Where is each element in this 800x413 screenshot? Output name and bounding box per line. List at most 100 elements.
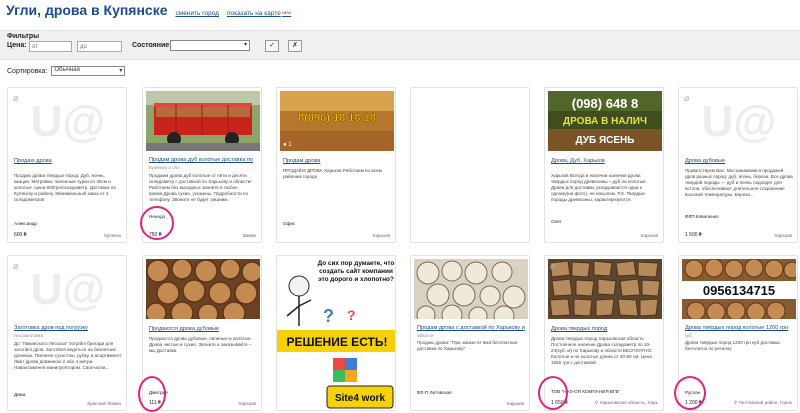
listing-seller: ТОВ "НАЛ-ОП КОМПАНИЯ ВГБ" [551, 389, 621, 394]
listing-title[interactable]: Дрова твердых пород [551, 326, 659, 333]
placeholder-logo-icon: U@ [31, 97, 106, 146]
listing-seller: ФЛ-П Литовская [417, 390, 452, 395]
listing-card[interactable] [410, 87, 530, 243]
firewood-photo: 8(096) 18 18 18 [280, 91, 394, 151]
listing-subtitle: области [417, 333, 434, 338]
logs-photo [146, 259, 260, 319]
placeholder-logo-icon: U@ [31, 265, 106, 314]
placeholder-logo-text: U@ [31, 265, 106, 314]
page-title: Угли, дрова в Купянске [6, 2, 168, 18]
listing-card[interactable]: U@ ⌀ Заготовка дров под погрузку лесозаг… [7, 255, 127, 411]
listing-description: Продаются дрова дубовые, пиленые и колот… [149, 336, 252, 353]
listing-title[interactable]: Продаю дрова [14, 158, 122, 165]
page-header: Угли, дрова в Купянске сменить город пок… [6, 2, 291, 22]
paperclip-icon: ⌀ [13, 93, 19, 103]
listing-image [146, 91, 260, 151]
listing-subtitle: лесозаготовка [14, 333, 44, 338]
ad-headline: До сих пор думаете, что создать сайт ком… [317, 260, 395, 283]
listing-seller: Александр [14, 221, 37, 226]
listing-title[interactable]: Дрова твёрдых пород колотые 1200 грн [685, 325, 793, 332]
placeholder-logo-text: U@ [702, 97, 777, 146]
listing-seller: Ненадо [149, 214, 166, 219]
listing-card[interactable]: U@ ⌀ Продаю дрова Продаю дрова твердых п… [7, 87, 127, 243]
listing-card[interactable]: Продаются дрова дубовые Продаются дрова … [142, 255, 262, 411]
listing-location-text: Полтавский район, Горох [738, 400, 792, 405]
site4work-ad: До сих пор думаете, что создать сайт ком… [277, 256, 395, 410]
state-label: Состояние: [132, 42, 172, 49]
sort-label: Сортировка: [7, 67, 48, 75]
listing-image [146, 259, 260, 319]
filters-title: Фильтры [7, 33, 40, 40]
listing-description: Продаем дрова дуб колотые от пяти и деся… [149, 173, 252, 202]
listing-description: Продаю дрова: "При заказе от 5м3 бесплат… [417, 340, 518, 351]
paperclip-icon: ⌀ [550, 261, 556, 271]
show-map-label: показать на карте [226, 10, 281, 17]
listing-title[interactable]: Дрова дубовые [685, 158, 793, 165]
state-select[interactable]: ▾ [170, 40, 250, 51]
listing-seller: Дима [14, 392, 26, 397]
image-phone-text: 0956134715 [703, 283, 775, 298]
listing-title[interactable]: Заготовка дров под погрузку [14, 325, 122, 332]
listing-image [548, 259, 662, 319]
listing-description: До "Лиманского Лесхоза" потрібні бригади… [14, 341, 122, 370]
listing-card[interactable]: 0956134715 Дрова твёрдых пород колотые 1… [678, 255, 798, 411]
camera-icon: ● 1 [283, 142, 292, 148]
change-city-link[interactable]: сменить город [176, 10, 219, 17]
sort-select-value: Обычная [54, 67, 80, 73]
listing-subtitle: Купянску и обл [149, 165, 180, 170]
price-label: Цена: [7, 42, 27, 49]
listing-card[interactable]: (098) 648 8 ДРОВА В НАЛИЧ ДУБ ЯСЕНЬ Дров… [544, 87, 664, 243]
listing-card[interactable]: Продам дрова дуб колотые доставка по Куп… [142, 87, 262, 243]
advertisement-card[interactable]: До сих пор думаете, что создать сайт ком… [276, 255, 396, 411]
listing-title[interactable]: Продаются дрова дубовые [149, 326, 257, 333]
listing-price: 111 ₴ [149, 400, 161, 406]
listing-description: Дрова твёрдых пород 1200 грн куб доставк… [685, 340, 780, 351]
listing-price: 1 200 ₴ [685, 400, 702, 406]
price-from-input[interactable] [29, 41, 72, 52]
listing-card[interactable]: Продам дрова с доставкой по Харькову и о… [410, 255, 530, 411]
listing-image-placeholder: U@ [11, 91, 125, 151]
listing-location: Харьков [372, 233, 390, 238]
listing-description: Харьков Всегда в наличии наличии дрова т… [551, 173, 647, 202]
listing-location: Харьков [640, 233, 658, 238]
listing-location-text: Харьковская область, Харь [599, 400, 658, 405]
sort-row: Сортировка: Обычная ▾ [7, 66, 126, 76]
listing-card[interactable]: 8(096) 18 18 18 ● 1 Продам дрова ПРОДАЁМ… [276, 87, 396, 243]
listing-image: (098) 648 8 ДРОВА В НАЛИЧ ДУБ ЯСЕНЬ [548, 91, 662, 151]
show-map-link[interactable]: показать на картеNEW [227, 10, 291, 17]
listing-seller: Офис [283, 221, 296, 226]
placeholder-logo-icon: U@ [702, 97, 777, 146]
listing-card[interactable]: U@ ⌀ Дрова дубовые Приветствуем Вас. Мы … [678, 87, 798, 243]
listing-description: ПРОДАЁМ ДРОВА Харьков Работаем по всем р… [283, 168, 382, 179]
price-to-input[interactable] [77, 41, 122, 52]
listing-image: 8(096) 18 18 18 [280, 91, 394, 151]
listing-description: Приветствуем Вас. Мы занимаемся продажей… [685, 168, 793, 197]
listing-card[interactable]: ⌀ Дрова твердых пород Дрова твердых поро… [544, 255, 664, 411]
listing-location: Харьков [238, 401, 256, 406]
chevron-down-icon: ▾ [119, 68, 123, 74]
image-sign-text: ДРОВА В НАЛИЧ [563, 116, 647, 127]
listing-title[interactable]: Продам дрова с доставкой по Харькову и [417, 325, 525, 332]
listing-price: 1 500 ₴ [685, 232, 702, 238]
listing-price: 1 650 ₴ [551, 400, 568, 406]
image-phone-text: 8(096) 18 18 18 [298, 112, 376, 124]
listing-location: ⚲ Харьковская область, Харь [595, 400, 658, 406]
listing-title[interactable]: Продам дрова дуб колотые доставка по [149, 157, 257, 164]
filters-panel: Фильтры Цена: Состояние: ▾ ✓ ✗ [0, 30, 800, 60]
question-mark-icon-2: ? [347, 307, 356, 323]
image-sign-text-2: ДУБ ЯСЕНЬ [576, 135, 635, 146]
listing-title[interactable]: Продам дрова [283, 158, 391, 165]
new-badge: NEW [281, 10, 292, 15]
listing-title[interactable]: Дрова, Дуб, Харьков [551, 158, 659, 165]
listing-location: ⚲ Полтавский район, Горох [734, 400, 792, 406]
sort-select[interactable]: Обычная ▾ [51, 66, 126, 76]
listing-price: 750 ₴ [149, 232, 162, 238]
listing-image [414, 259, 528, 319]
listing-location: Купянск [104, 233, 121, 238]
firewood-sign-photo: (098) 648 8 ДРОВА В НАЛИЧ ДУБ ЯСЕНЬ [548, 91, 662, 151]
listing-image-placeholder: U@ [682, 91, 796, 151]
apply-filter-button[interactable]: ✓ [265, 40, 279, 52]
reset-filter-button[interactable]: ✗ [288, 40, 302, 52]
ad-banner: РЕШЕНИЕ ЕСТЬ! [286, 335, 387, 349]
listing-description: Дрова твердых пород Харьковская область … [551, 336, 653, 365]
